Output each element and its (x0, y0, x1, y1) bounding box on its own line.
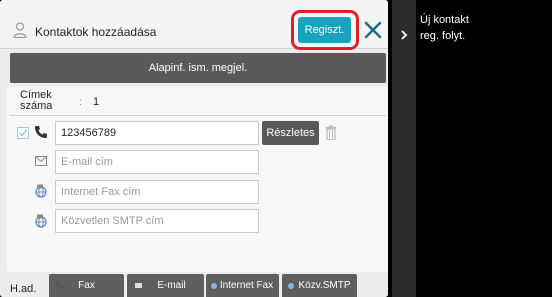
checkbox-icon[interactable] (17, 127, 29, 139)
tab-direct-smtp[interactable]: Közv.SMTP (282, 274, 357, 297)
phone-icon (35, 126, 47, 138)
user-icon (13, 22, 27, 38)
page-title: Kontaktok hozzáadása (35, 25, 157, 39)
divider (10, 115, 386, 116)
side-panel-tab[interactable] (392, 0, 416, 297)
phone-icon (55, 280, 65, 290)
tab-direct-smtp-label: Közv.SMTP (298, 280, 351, 291)
address-count-colon: : (79, 97, 82, 108)
tab-email-label: E-mail (157, 280, 186, 291)
smtp-field[interactable]: Közvetlen SMTP cím (55, 209, 259, 233)
tab-internet-fax[interactable]: Internet Fax (206, 274, 279, 297)
close-icon[interactable] (361, 18, 385, 42)
envelope-icon (135, 283, 142, 288)
fax-number-field[interactable]: 123456789 (55, 121, 259, 145)
footer-label: H.ad. (10, 283, 37, 295)
envelope-icon (35, 156, 47, 166)
basic-info-button[interactable]: Alapinf. ism. megjel. (10, 53, 386, 83)
tab-fax[interactable]: Fax (49, 274, 124, 297)
chevron-right-icon[interactable] (399, 29, 409, 41)
tab-fax-label: Fax (78, 280, 95, 291)
details-button[interactable]: Részletes (262, 121, 319, 145)
internet-fax-field[interactable]: Internet Fax cím (55, 180, 259, 204)
side-line2: reg. folyt. (420, 30, 466, 42)
email-field[interactable]: E-mail cím (55, 150, 259, 174)
trash-icon[interactable] (325, 125, 337, 140)
smtp-icon (35, 214, 47, 228)
globe-icon (288, 283, 294, 289)
address-count-label: Címek száma (20, 90, 52, 112)
register-button[interactable]: Regiszt. (298, 17, 351, 43)
side-line1: Új kontakt (420, 14, 469, 26)
address-count-label-line2: száma (20, 100, 53, 112)
continue-registration-link[interactable]: Új kontakt reg. folyt. (420, 12, 469, 44)
internet-fax-icon (35, 184, 47, 198)
globe-icon (211, 283, 217, 289)
address-count-value: 1 (93, 96, 100, 108)
tab-internet-fax-label: Internet Fax (219, 280, 274, 291)
tab-email[interactable]: E-mail (127, 274, 204, 297)
